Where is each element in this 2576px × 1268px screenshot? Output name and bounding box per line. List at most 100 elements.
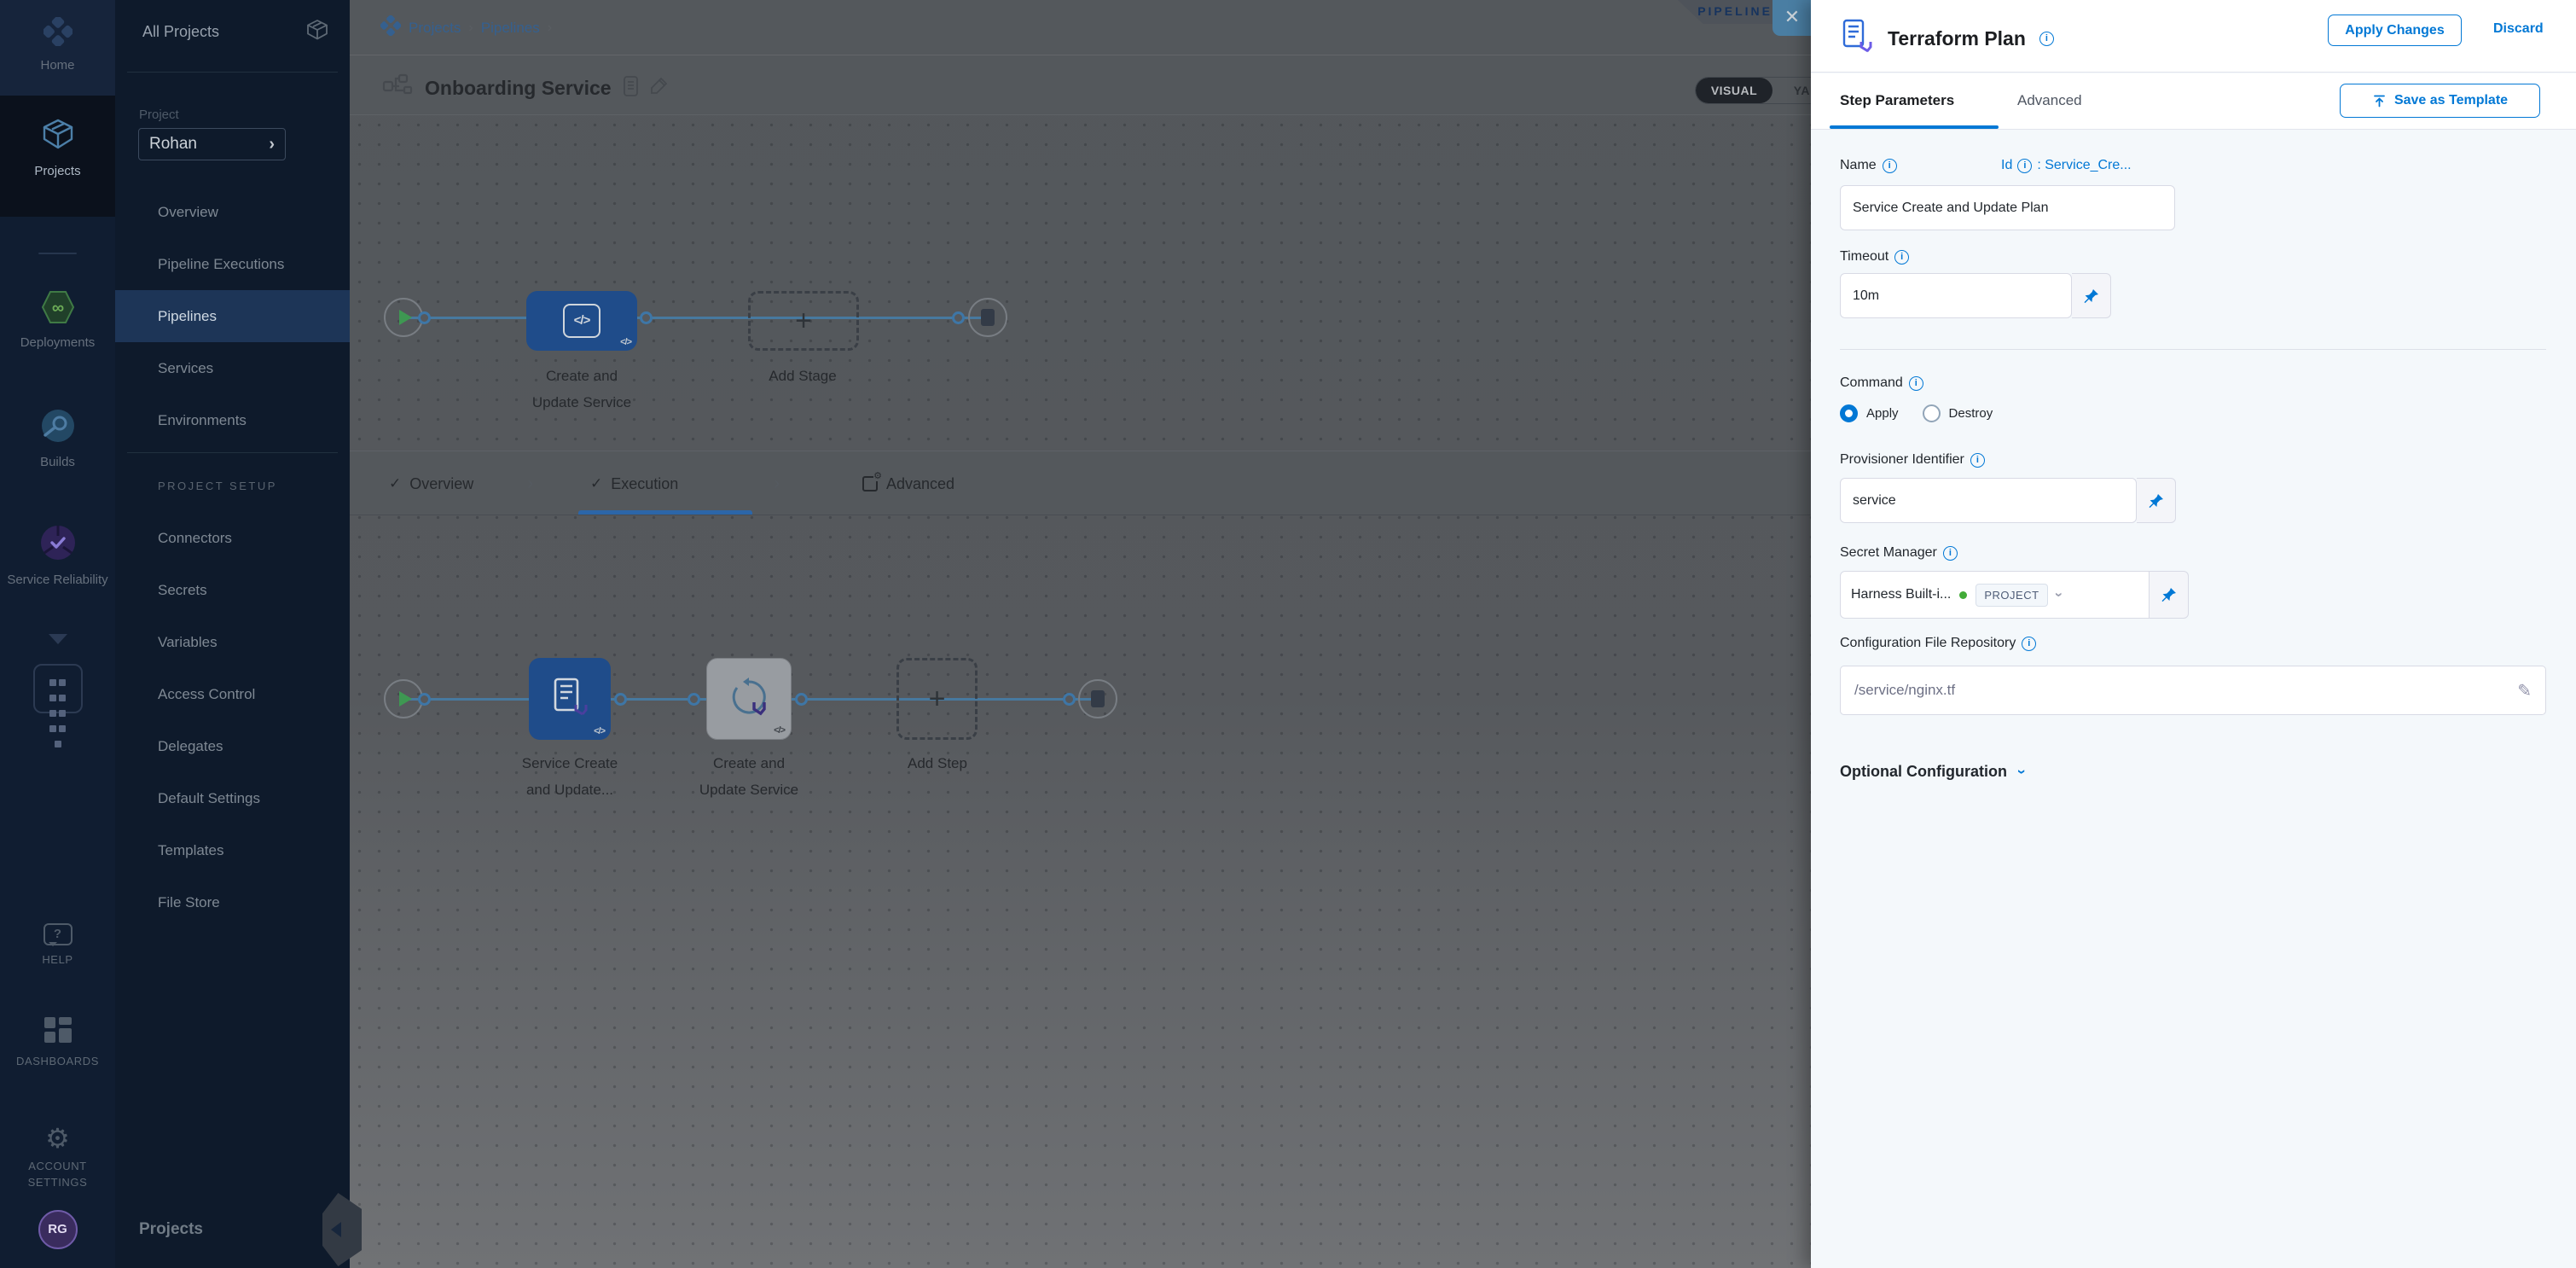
add-step-label[interactable]: Add Step — [844, 750, 1031, 777]
info-icon[interactable]: i — [1943, 546, 1958, 561]
apply-changes-button[interactable]: Apply Changes — [2328, 15, 2462, 46]
step-label-terraform-plan[interactable]: Service Createand Update... — [476, 750, 664, 803]
config-file-repository-label: Configuration File Repositoryi — [1840, 636, 2036, 651]
sidebar-item-deployments[interactable]: ∞ Deployments — [0, 290, 115, 351]
config-file-repository-row[interactable]: /service/nginx.tf ✎ — [1840, 666, 2546, 715]
user-avatar-item[interactable]: RG — [0, 1210, 115, 1249]
toggle-yaml[interactable]: YAML — [1772, 78, 1811, 103]
chevron-separator-icon: › — [774, 472, 780, 494]
close-drawer-button[interactable]: ✕ — [1772, 0, 1811, 36]
radio-destroy[interactable]: Destroy — [1923, 404, 1993, 422]
active-tab-underline — [578, 510, 752, 515]
optional-configuration-toggle[interactable]: Optional Configuration › — [1840, 763, 2024, 781]
canvas-header: Projects › Pipelines › Onboarding Servic… — [350, 0, 1811, 115]
stage-label[interactable]: Create andUpdate Service — [488, 363, 676, 416]
provisioner-pin-button[interactable] — [2137, 478, 2176, 523]
sidebar-item-templates[interactable]: Templates — [115, 824, 350, 876]
add-step-node[interactable]: + — [896, 658, 978, 740]
edit-pencil-icon[interactable] — [650, 76, 669, 101]
breadcrumb-pipelines-link[interactable]: Pipelines — [481, 20, 540, 37]
info-icon[interactable]: i — [1894, 250, 1909, 265]
info-icon[interactable]: i — [2022, 637, 2036, 651]
stop-icon — [1091, 690, 1105, 707]
connector-port — [418, 693, 431, 706]
secret-manager-value: Harness Built-i... — [1851, 587, 1951, 602]
project-setup-heading: PROJECT SETUP — [158, 480, 277, 492]
name-input[interactable] — [1840, 185, 2175, 230]
sidebar-item-delegates[interactable]: Delegates — [115, 720, 350, 772]
sidebar-item-dashboards[interactable]: DASHBOARDS — [0, 1017, 115, 1069]
terraform-apply-step-icon — [727, 677, 771, 721]
radio-apply[interactable]: Apply — [1840, 404, 1899, 422]
discard-button[interactable]: Discard — [2493, 21, 2544, 37]
projects-section-heading: Projects — [139, 1220, 203, 1239]
sidebar-item-environments[interactable]: Environments — [115, 394, 350, 446]
sidebar-item-builds[interactable]: Builds — [0, 408, 115, 470]
secret-manager-select[interactable]: Harness Built-i... PROJECT › — [1840, 571, 2150, 619]
sidebar-item-account-settings[interactable]: ⚙ ACCOUNT SETTINGS — [0, 1125, 115, 1190]
sidebar-expand-chevron[interactable] — [0, 633, 115, 649]
tab-step-parameters[interactable]: Step Parameters — [1840, 73, 1954, 130]
sidebar-item-pipeline-executions[interactable]: Pipeline Executions — [115, 238, 350, 290]
sidebar-item-secrets[interactable]: Secrets — [115, 564, 350, 616]
tab-overview[interactable]: ✓ Overview — [389, 451, 473, 516]
sidebar-item-file-store[interactable]: File Store — [115, 876, 350, 928]
project-selector[interactable]: Rohan › — [138, 128, 286, 160]
info-icon[interactable]: i — [2039, 32, 2054, 46]
name-label: Namei — [1840, 158, 1897, 173]
active-tab-underline — [1830, 125, 1999, 129]
avatar[interactable]: RG — [38, 1210, 78, 1249]
plus-icon: + — [795, 305, 812, 338]
tab-advanced[interactable]: Advanced — [2017, 73, 2082, 130]
stage-end-node[interactable] — [968, 298, 1007, 337]
notes-icon[interactable] — [624, 76, 638, 101]
execution-end-node[interactable] — [1078, 679, 1117, 718]
all-projects-label: All Projects — [142, 23, 219, 41]
sidebar-item-home[interactable]: Home — [0, 0, 115, 96]
sidebar-item-label: Service Reliability — [0, 572, 115, 588]
sidebar-item-connectors[interactable]: Connectors — [115, 512, 350, 564]
radio-unselected-icon — [1923, 404, 1941, 422]
breadcrumb-projects-link[interactable]: Projects — [409, 20, 461, 37]
secret-manager-pin-button[interactable] — [2150, 571, 2189, 619]
sidebar-item-overview[interactable]: Overview — [115, 186, 350, 238]
timeout-pin-button[interactable] — [2072, 273, 2111, 318]
tab-execution[interactable]: ✓ Execution — [590, 451, 678, 516]
svg-text:∞: ∞ — [51, 299, 63, 317]
pin-icon — [2148, 492, 2165, 509]
project-label: Project — [139, 108, 179, 122]
sidebar-item-label: Projects — [0, 163, 115, 179]
sidebar-item-variables[interactable]: Variables — [115, 616, 350, 668]
sidebar-item-pipelines[interactable]: Pipelines — [115, 290, 350, 342]
sidebar-item-access-control[interactable]: Access Control — [115, 668, 350, 720]
edit-pencil-icon[interactable]: ✎ — [2517, 680, 2532, 701]
tab-advanced[interactable]: Advanced — [862, 451, 954, 516]
step-label-terraform-apply[interactable]: Create andUpdate Service — [655, 750, 843, 803]
provisioner-identifier-input[interactable] — [1840, 478, 2137, 523]
add-stage-label[interactable]: Add Stage — [709, 363, 896, 389]
visual-yaml-toggle[interactable]: VISUAL YAML — [1695, 77, 1811, 104]
all-projects-row[interactable]: All Projects — [142, 19, 329, 45]
info-icon[interactable]: i — [1970, 453, 1985, 468]
stage-node-create-update-service[interactable]: </> </> — [526, 291, 637, 351]
sidebar-item-service-reliability[interactable]: Service Reliability — [0, 524, 115, 588]
sidebar-item-projects[interactable]: Projects — [0, 96, 115, 217]
advanced-settings-icon — [862, 476, 878, 491]
toggle-visual[interactable]: VISUAL — [1696, 78, 1772, 103]
module-grid-button[interactable] — [0, 664, 115, 753]
save-as-template-button[interactable]: Save as Template — [2340, 84, 2540, 118]
code-glyph: </> — [594, 726, 605, 736]
timeout-input[interactable] — [1840, 273, 2072, 318]
add-stage-node[interactable]: + — [748, 291, 859, 351]
sidebar-item-default-settings[interactable]: Default Settings — [115, 772, 350, 824]
info-icon[interactable]: i — [1883, 159, 1897, 173]
sidebar-divider — [38, 253, 77, 254]
sidebar-item-help[interactable]: ? HELP — [0, 923, 115, 968]
terraform-plan-drawer: Terraform Plan i Apply Changes Discard S… — [1811, 0, 2576, 1268]
step-node-terraform-plan-selected[interactable]: </> — [529, 658, 611, 740]
command-label: Commandi — [1840, 375, 1923, 391]
sidebar-item-services[interactable]: Services — [115, 342, 350, 394]
info-icon[interactable]: i — [1909, 376, 1923, 391]
step-node-terraform-apply[interactable]: </> — [706, 658, 792, 740]
step-id[interactable]: Idi: Service_Cre... — [2001, 158, 2132, 173]
